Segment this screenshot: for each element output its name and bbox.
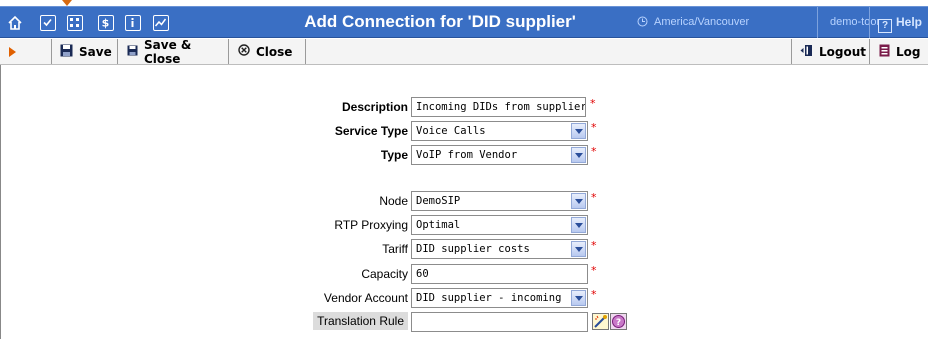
help-icon: ? (878, 19, 892, 33)
translation-rule-input[interactable] (411, 312, 588, 332)
header-divider (817, 7, 818, 38)
clock-icon (637, 16, 648, 30)
chevron-down-icon[interactable] (571, 147, 586, 163)
service-type-value: Voice Calls (416, 125, 486, 137)
node-value: DemoSIP (416, 195, 461, 207)
chevron-down-icon[interactable] (571, 217, 586, 233)
rtp-proxying-row: RTP Proxying Optimal (0, 215, 928, 237)
page-title: Add Connection for 'DID supplier' (304, 12, 576, 31)
chevron-down-icon[interactable] (571, 123, 586, 139)
chevron-down-icon[interactable] (571, 193, 586, 209)
save-close-label: Save & Close (144, 37, 192, 66)
user-name[interactable]: demo-toor (830, 16, 880, 28)
service-type-label: Service Type (334, 124, 408, 138)
type-select[interactable]: VoIP from Vendor (411, 145, 588, 165)
translation-rule-row: Translation Rule ? (0, 312, 928, 334)
rtp-proxying-value: Optimal (416, 219, 461, 231)
node-label: Node (379, 194, 408, 208)
log-label: Log (896, 44, 921, 59)
save-label: Save (79, 44, 112, 59)
info-icon[interactable] (125, 15, 141, 31)
close-label: Close (256, 44, 293, 59)
rtp-proxying-select[interactable]: Optimal (411, 215, 588, 235)
grid-icon[interactable] (67, 15, 83, 31)
vendor-account-value: DID supplier - incoming (416, 292, 562, 304)
svg-text:$: $ (102, 17, 110, 30)
toolbar: Save Save & Close Close Logout Log (0, 37, 928, 66)
vendor-account-select[interactable]: DID supplier - incoming (411, 288, 588, 308)
play-arrow-icon (9, 47, 16, 57)
capacity-label: Capacity (361, 267, 408, 281)
chevron-down-icon[interactable] (571, 290, 586, 306)
logout-door-icon (800, 44, 813, 60)
description-input[interactable]: Incoming DIDs from supplier (411, 97, 586, 117)
edit-wand-icon[interactable] (592, 313, 609, 330)
tariff-select[interactable]: DID supplier costs (411, 239, 588, 259)
required-mark: * (591, 145, 597, 158)
service-type-select[interactable]: Voice Calls (411, 121, 588, 141)
required-mark: * (591, 239, 597, 252)
close-button[interactable]: Close (230, 39, 306, 64)
chart-icon[interactable] (153, 15, 169, 31)
tariff-row: Tariff DID supplier costs * (0, 239, 928, 261)
type-row: Type VoIP from Vendor * (0, 145, 928, 167)
vendor-account-row: Vendor Account DID supplier - incoming * (0, 288, 928, 310)
checkbox-icon[interactable] (40, 15, 56, 31)
help-label: Help (896, 15, 923, 29)
tariff-label: Tariff (382, 242, 408, 256)
required-mark: * (591, 191, 597, 204)
description-row: Description Incoming DIDs from supplier … (0, 97, 928, 119)
home-icon[interactable] (7, 15, 23, 31)
chevron-down-icon[interactable] (571, 241, 586, 257)
floppy-disk-icon (60, 44, 73, 60)
service-type-row: Service Type Voice Calls * (0, 121, 928, 143)
capacity-row: Capacity 60 * (0, 264, 928, 286)
help-link[interactable]: ? Help (878, 15, 922, 33)
node-select[interactable]: DemoSIP (411, 191, 588, 211)
description-label: Description (341, 100, 408, 114)
timezone-link[interactable]: America/Vancouver (637, 16, 749, 30)
title-bar: $ Add Connection for 'DID supplier' Amer… (0, 6, 928, 38)
required-mark: * (591, 288, 597, 301)
required-mark: * (591, 264, 597, 277)
type-value: VoIP from Vendor (416, 149, 518, 161)
dollar-icon[interactable]: $ (98, 15, 114, 31)
header-divider (869, 7, 870, 38)
log-book-icon (879, 44, 890, 60)
svg-text:?: ? (616, 318, 621, 328)
log-button[interactable]: Log (871, 39, 928, 64)
capacity-input[interactable]: 60 (411, 264, 588, 284)
translation-rule-label: Translation Rule (313, 312, 408, 330)
required-mark: * (590, 97, 596, 110)
logout-label: Logout (819, 44, 867, 59)
required-mark: * (591, 121, 597, 134)
close-circle-icon (238, 44, 250, 59)
timezone-label: America/Vancouver (654, 16, 750, 28)
type-label: Type (380, 148, 408, 162)
node-row: Node DemoSIP * (0, 191, 928, 213)
floppy-disk-small-icon (127, 45, 138, 59)
vendor-account-label: Vendor Account (323, 291, 408, 305)
logout-button[interactable]: Logout (792, 39, 870, 64)
tariff-value: DID supplier costs (416, 243, 530, 255)
rtp-proxying-label: RTP Proxying (334, 218, 408, 232)
help-question-icon[interactable]: ? (610, 313, 627, 330)
save-close-button[interactable]: Save & Close (119, 37, 229, 66)
save-button[interactable]: Save (52, 39, 118, 64)
